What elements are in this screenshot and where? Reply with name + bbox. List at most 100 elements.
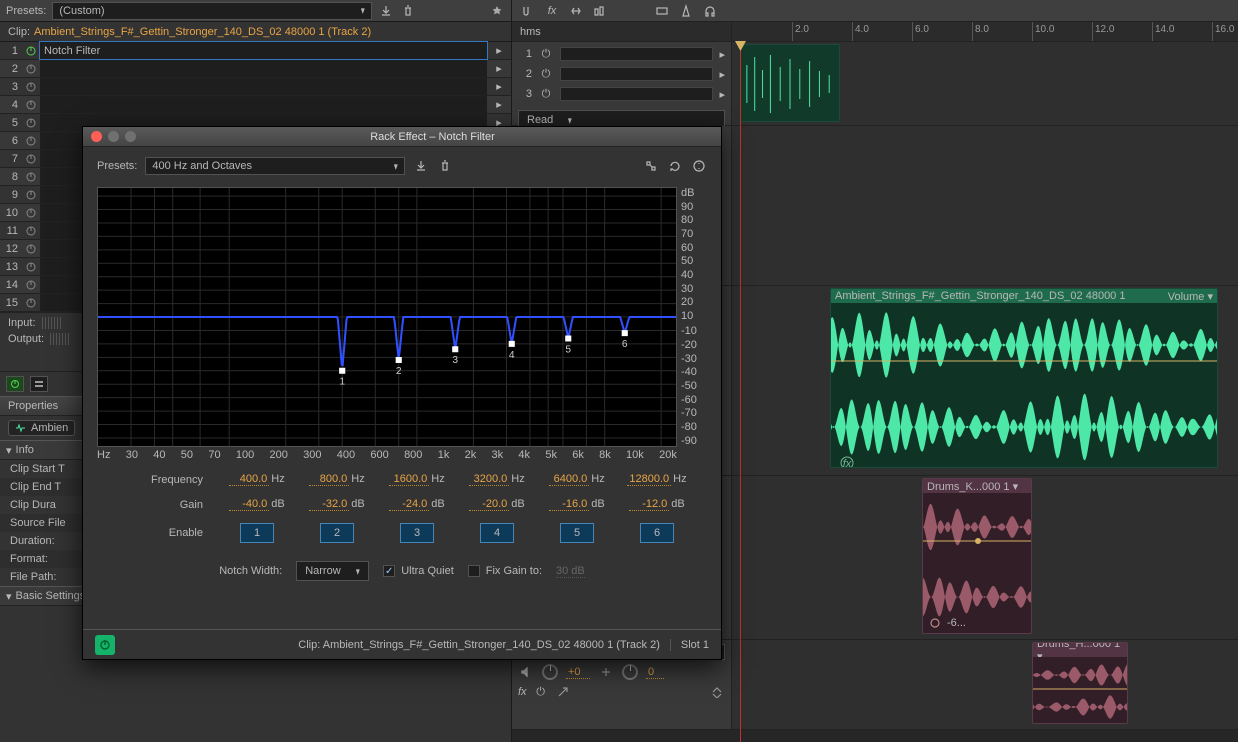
chevron-right-icon[interactable]: ▸: [487, 62, 511, 75]
gain-value[interactable]: -12.0: [629, 498, 669, 511]
effect-name[interactable]: [40, 60, 487, 77]
freq-value[interactable]: 12800.0: [627, 473, 671, 486]
power-icon[interactable]: [22, 45, 40, 57]
track-lane[interactable]: Ambient_Strings_F#_Gettin_Stronger_140_D…: [732, 286, 1238, 475]
gain-value[interactable]: -40.0: [229, 498, 269, 511]
ultra-quiet-checkbox[interactable]: Ultra Quiet: [383, 565, 454, 577]
expand-icon[interactable]: [709, 684, 725, 700]
power-icon[interactable]: [22, 207, 40, 219]
power-icon[interactable]: [22, 261, 40, 273]
frequency-response-graph[interactable]: 123456: [97, 187, 677, 447]
dialog-preset-dropdown[interactable]: 400 Hz and Octaves▾: [145, 157, 405, 175]
fx-slot[interactable]: [560, 67, 713, 81]
band-enable-button[interactable]: 3: [400, 523, 434, 543]
playhead[interactable]: [740, 42, 741, 742]
delete-preset-icon[interactable]: [437, 158, 453, 174]
chevron-right-icon[interactable]: ▸: [487, 44, 511, 57]
channel-map-icon[interactable]: [643, 158, 659, 174]
headphones-icon[interactable]: [702, 3, 718, 19]
save-preset-icon[interactable]: [378, 3, 394, 19]
power-icon[interactable]: ⏻: [533, 684, 549, 700]
power-icon[interactable]: [22, 243, 40, 255]
band-handle[interactable]: [565, 336, 571, 342]
chevron-right-icon[interactable]: ▸: [487, 98, 511, 111]
fix-gain-checkbox[interactable]: Fix Gain to:: [468, 565, 542, 577]
audio-chip[interactable]: Ambien: [8, 420, 75, 436]
effect-name[interactable]: [40, 78, 487, 95]
gain-value[interactable]: -16.0: [549, 498, 589, 511]
close-icon[interactable]: [91, 131, 102, 142]
fix-gain-value[interactable]: 30 dB: [556, 565, 585, 578]
fx-slot[interactable]: [560, 87, 713, 101]
pan-knob[interactable]: [622, 664, 638, 680]
rack-power-button[interactable]: [6, 376, 24, 392]
band-handle[interactable]: [396, 357, 402, 363]
effect-power-button[interactable]: [95, 635, 115, 655]
effect-slot[interactable]: 2 ▸: [0, 60, 511, 78]
power-icon[interactable]: ⏻: [538, 66, 554, 82]
track-lane[interactable]: [732, 126, 1238, 285]
power-icon[interactable]: [22, 117, 40, 129]
help-icon[interactable]: [691, 158, 707, 174]
band-enable-button[interactable]: 1: [240, 523, 274, 543]
chevron-right-icon[interactable]: ▸: [719, 88, 725, 101]
volume-value[interactable]: +0: [566, 666, 590, 679]
power-icon[interactable]: [22, 171, 40, 183]
chevron-right-icon[interactable]: ▸: [487, 80, 511, 93]
effect-name[interactable]: [40, 96, 487, 113]
chevron-right-icon[interactable]: ▸: [719, 48, 725, 61]
gain-value[interactable]: -24.0: [389, 498, 429, 511]
gain-value[interactable]: -20.0: [469, 498, 509, 511]
timeline-ruler[interactable]: 2.04.06.08.010.012.014.016.0: [732, 22, 1238, 42]
track-lane[interactable]: Drums_H...000 1 ▾: [732, 640, 1238, 729]
fx-label[interactable]: fx: [518, 686, 527, 698]
notch-width-dropdown[interactable]: Narrow▾: [296, 561, 369, 581]
power-icon[interactable]: [22, 153, 40, 165]
ripple-icon[interactable]: [592, 3, 608, 19]
band-enable-button[interactable]: 4: [480, 523, 514, 543]
preset-dropdown[interactable]: (Custom) ▾: [52, 2, 372, 20]
snap-icon[interactable]: [520, 3, 536, 19]
zoom-icon[interactable]: [125, 131, 136, 142]
fx-icon[interactable]: fx: [544, 3, 560, 19]
band-handle[interactable]: [622, 330, 628, 336]
band-handle[interactable]: [509, 341, 515, 347]
link-icon[interactable]: [568, 3, 584, 19]
power-icon[interactable]: [22, 99, 40, 111]
favorite-icon[interactable]: [489, 3, 505, 19]
freq-value[interactable]: 6400.0: [549, 473, 589, 486]
freq-value[interactable]: 400.0: [229, 473, 269, 486]
minimize-icon[interactable]: [108, 131, 119, 142]
power-icon[interactable]: [22, 81, 40, 93]
band-handle[interactable]: [339, 368, 345, 374]
rack-editor-button[interactable]: [30, 376, 48, 392]
pan-value[interactable]: 0: [646, 666, 664, 679]
metronome-icon[interactable]: [678, 3, 694, 19]
power-icon[interactable]: [22, 297, 40, 309]
dialog-titlebar[interactable]: Rack Effect – Notch Filter: [83, 127, 721, 147]
audio-clip-strings[interactable]: Ambient_Strings_F#_Gettin_Stronger_140_D…: [830, 288, 1218, 468]
band-enable-button[interactable]: 5: [560, 523, 594, 543]
chevron-right-icon[interactable]: ▸: [719, 68, 725, 81]
band-enable-button[interactable]: 2: [320, 523, 354, 543]
volume-knob[interactable]: [542, 664, 558, 680]
audio-clip[interactable]: [740, 44, 840, 122]
audio-clip-drums-k[interactable]: Drums_K...000 1 ▾ -6...: [922, 478, 1032, 634]
audio-clip-drums-h[interactable]: Drums_H...000 1 ▾: [1032, 642, 1128, 724]
gain-value[interactable]: -32.0: [309, 498, 349, 511]
effect-name[interactable]: Notch Filter: [40, 42, 487, 59]
freq-value[interactable]: 3200.0: [469, 473, 509, 486]
freq-value[interactable]: 1600.0: [389, 473, 429, 486]
ruler-units-label[interactable]: hms: [512, 22, 732, 42]
send-icon[interactable]: [555, 684, 571, 700]
power-icon[interactable]: [22, 279, 40, 291]
band-enable-button[interactable]: 6: [640, 523, 674, 543]
fx-slot[interactable]: [560, 47, 713, 61]
band-handle[interactable]: [452, 346, 458, 352]
freq-value[interactable]: 800.0: [309, 473, 349, 486]
power-icon[interactable]: [22, 189, 40, 201]
effect-slot[interactable]: 4 ▸: [0, 96, 511, 114]
save-preset-icon[interactable]: [413, 158, 429, 174]
gear-icon[interactable]: [927, 615, 943, 631]
loop-icon[interactable]: [667, 158, 683, 174]
